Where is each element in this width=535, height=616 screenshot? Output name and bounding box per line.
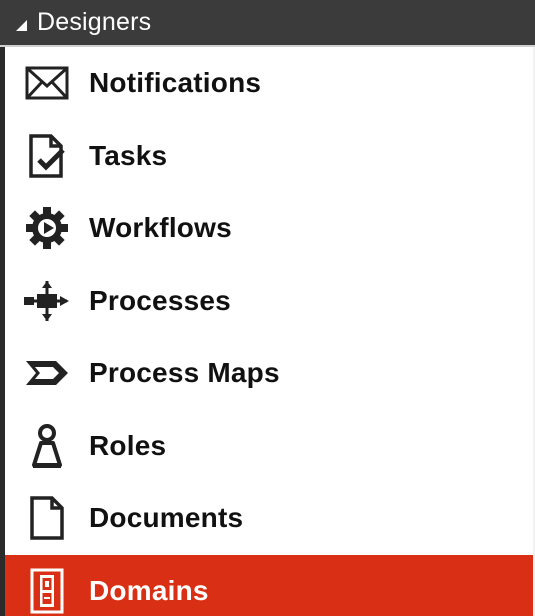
list-item-documents[interactable]: Documents <box>5 482 533 555</box>
list-item-label: Process Maps <box>89 357 280 389</box>
designers-panel: Designers Notifications Tasks Workflows … <box>0 0 535 616</box>
document-icon <box>19 493 75 543</box>
designers-header[interactable]: Designers <box>0 0 535 45</box>
list-item-label: Roles <box>89 429 167 461</box>
list-item-label: Workflows <box>89 212 232 244</box>
list-item-label: Processes <box>89 284 231 316</box>
list-item-notifications[interactable]: Notifications <box>5 47 533 120</box>
list-item-processes[interactable]: Processes <box>5 265 533 338</box>
list-item-label: Tasks <box>89 139 168 171</box>
list-item-domains[interactable]: Domains <box>5 554 533 616</box>
list-item-label: Notifications <box>89 67 262 99</box>
task-check-icon <box>19 131 75 181</box>
az-domain-icon <box>19 566 75 616</box>
gear-play-icon <box>19 203 75 253</box>
process-flow-icon <box>19 276 75 326</box>
list-item-process-maps[interactable]: Process Maps <box>5 337 533 410</box>
envelope-icon <box>19 58 75 108</box>
list-item-tasks[interactable]: Tasks <box>5 120 533 193</box>
person-role-icon <box>19 421 75 471</box>
designers-list: Notifications Tasks Workflows Processes … <box>5 47 533 616</box>
list-item-workflows[interactable]: Workflows <box>5 192 533 265</box>
triangle-expanded-icon <box>16 20 27 31</box>
list-item-roles[interactable]: Roles <box>5 410 533 483</box>
list-item-label: Documents <box>89 502 244 534</box>
header-title: Designers <box>37 8 152 36</box>
list-item-label: Domains <box>89 574 209 606</box>
chevron-arrow-icon <box>19 348 75 398</box>
